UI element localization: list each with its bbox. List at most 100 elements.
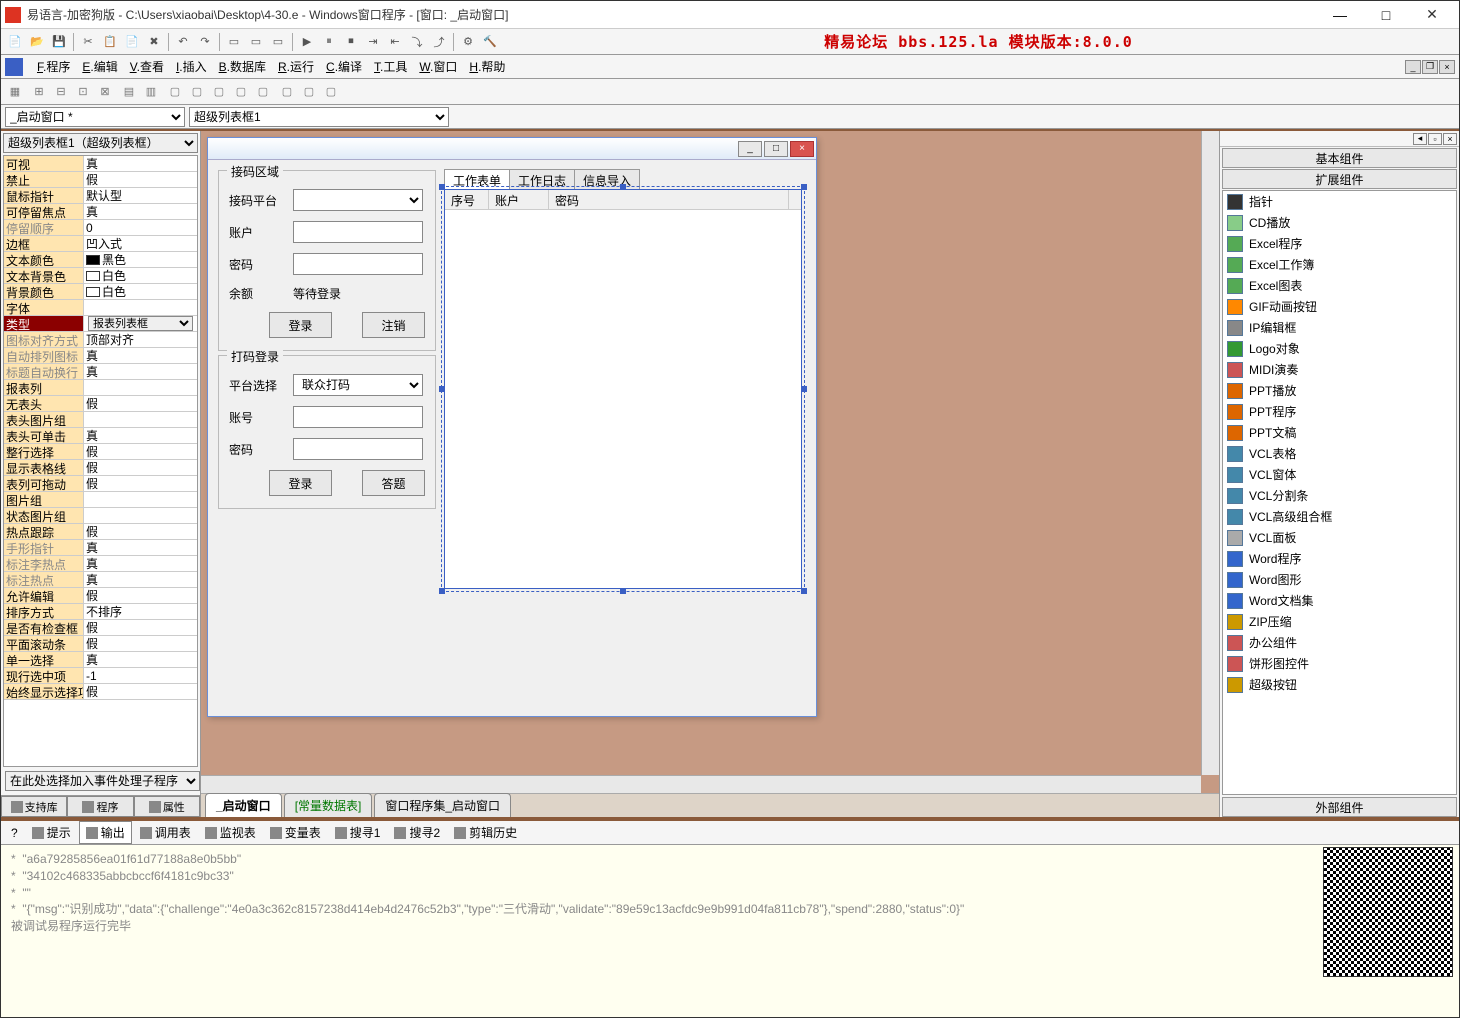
tab-basic-components[interactable]: 基本组件 [1222,148,1457,168]
new-icon[interactable]: 📄 [5,32,25,52]
menu-item[interactable]: H.帮助 [463,58,511,76]
component-item[interactable]: Word图形 [1223,569,1456,590]
extra1-icon[interactable]: ▢ [165,82,185,102]
layout1-icon[interactable]: ▤ [119,82,139,102]
property-row[interactable]: 平面滚动条假 [4,636,197,652]
run-icon[interactable]: ▶ [297,32,317,52]
property-row[interactable]: 无表头假 [4,396,197,412]
left-tab[interactable]: 属性 [134,796,200,817]
extra2-icon[interactable]: ▢ [187,82,207,102]
form-close-button[interactable]: × [790,141,814,157]
property-row[interactable]: 表列可拖动假 [4,476,197,492]
step3-icon[interactable]: ⤵ [407,32,427,52]
mdi-restore-button[interactable]: ❐ [1422,60,1438,74]
login2-button[interactable]: 登录 [269,470,332,496]
menu-item[interactable]: F.程序 [31,58,76,76]
palette-btn2[interactable]: ▫ [1428,133,1442,145]
menu-item[interactable]: T.工具 [368,58,413,76]
undo-icon[interactable]: ↶ [173,32,193,52]
property-row[interactable]: 鼠标指针默认型 [4,188,197,204]
event-combo[interactable]: 在此处选择加入事件处理子程序 [5,771,200,791]
property-row[interactable]: 现行选中项-1 [4,668,197,684]
delete-icon[interactable]: ✖ [144,32,164,52]
login-button[interactable]: 登录 [269,312,332,338]
extra6-icon[interactable]: ▢ [277,82,297,102]
platform2-select[interactable]: 联众打码 [293,374,423,396]
mdi-minimize-button[interactable]: _ [1405,60,1421,74]
property-row[interactable]: 表头可单击真 [4,428,197,444]
menu-item[interactable]: B.数据库 [213,58,272,76]
component-item[interactable]: GIF动画按钮 [1223,296,1456,317]
property-row[interactable]: 整行选择假 [4,444,197,460]
platform-select[interactable] [293,189,423,211]
property-row[interactable]: 标注李热点真 [4,556,197,572]
step1-icon[interactable]: ⇥ [363,32,383,52]
component-item[interactable]: VCL窗体 [1223,464,1456,485]
window1-icon[interactable]: ▭ [224,32,244,52]
super-listview[interactable]: 序号账户密码 [444,189,802,589]
component-combo[interactable]: 超级列表框1（超级列表框） [3,133,198,153]
property-row[interactable]: 手形指针真 [4,540,197,556]
output-tab[interactable]: 搜寻2 [388,822,446,843]
redo-icon[interactable]: ↷ [195,32,215,52]
property-row[interactable]: 图标对齐方式顶部对齐 [4,332,197,348]
account2-input[interactable] [293,406,423,428]
menu-item[interactable]: C.编译 [320,58,368,76]
component-item[interactable]: IP编辑框 [1223,317,1456,338]
property-row[interactable]: 显示表格线假 [4,460,197,476]
tab-external-components[interactable]: 外部组件 [1222,797,1457,817]
property-row[interactable]: 可停留焦点真 [4,204,197,220]
grid-icon[interactable]: ▦ [5,82,25,102]
component-item[interactable]: PPT播放 [1223,380,1456,401]
property-row[interactable]: 字体 [4,300,197,316]
logout-button[interactable]: 注销 [362,312,425,338]
output-tab[interactable]: 搜寻1 [329,822,387,843]
property-row[interactable]: 排序方式不排序 [4,604,197,620]
maximize-button[interactable]: □ [1363,2,1409,28]
design-scrollbar-h[interactable] [201,775,1201,793]
menu-item[interactable]: R.运行 [272,58,320,76]
align2-icon[interactable]: ⊟ [51,82,71,102]
palette-close-button[interactable]: × [1443,133,1457,145]
form-window[interactable]: _ □ × 接码区域 接码平台 账户 [207,137,817,717]
paste-icon[interactable]: 📄 [122,32,142,52]
property-grid[interactable]: 可视真禁止假鼠标指针默认型可停留焦点真 停留顺序0边框凹入式文本颜色黑色文本背景… [3,155,198,767]
help-icon[interactable]: ? [5,824,24,842]
form-tab[interactable]: 工作日志 [509,169,575,189]
document-tab[interactable]: [常量数据表] [284,793,373,817]
control-selector[interactable]: 超级列表框1 [189,107,449,127]
menu-item[interactable]: W.窗口 [413,58,463,76]
open-icon[interactable]: 📂 [27,32,47,52]
property-row[interactable]: 允许编辑假 [4,588,197,604]
menu-item[interactable]: E.编辑 [76,58,123,76]
account-input[interactable] [293,221,423,243]
property-row[interactable]: 边框凹入式 [4,236,197,252]
menu-item[interactable]: V.查看 [124,58,170,76]
component-item[interactable]: 饼形图控件 [1223,653,1456,674]
property-row[interactable]: 标注热点真 [4,572,197,588]
stop-icon[interactable]: ⏹ [341,32,361,52]
output-tab[interactable]: 输出 [79,821,132,844]
minimize-button[interactable]: — [1317,2,1363,28]
component-item[interactable]: Word文档集 [1223,590,1456,611]
component-item[interactable]: PPT文稿 [1223,422,1456,443]
cut-icon[interactable]: ✂ [78,32,98,52]
palette-btn1[interactable]: ◂ [1413,133,1427,145]
design-surface[interactable]: _ □ × 接码区域 接码平台 账户 [201,131,1219,793]
property-row[interactable]: 文本颜色黑色 [4,252,197,268]
component-item[interactable]: MIDI演奏 [1223,359,1456,380]
property-row[interactable]: 表头图片组 [4,412,197,428]
component-item[interactable]: 办公组件 [1223,632,1456,653]
component-item[interactable]: VCL表格 [1223,443,1456,464]
property-row[interactable]: 停留顺序0 [4,220,197,236]
build-icon[interactable]: 🔨 [480,32,500,52]
password-input[interactable] [293,253,423,275]
property-row[interactable]: 背景颜色白色 [4,284,197,300]
component-item[interactable]: VCL高级组合框 [1223,506,1456,527]
extra3-icon[interactable]: ▢ [209,82,229,102]
extra8-icon[interactable]: ▢ [321,82,341,102]
component-item[interactable]: Excel图表 [1223,275,1456,296]
property-row[interactable]: 是否有检查框假 [4,620,197,636]
window3-icon[interactable]: ▭ [268,32,288,52]
form-tab[interactable]: 信息导入 [574,169,640,189]
